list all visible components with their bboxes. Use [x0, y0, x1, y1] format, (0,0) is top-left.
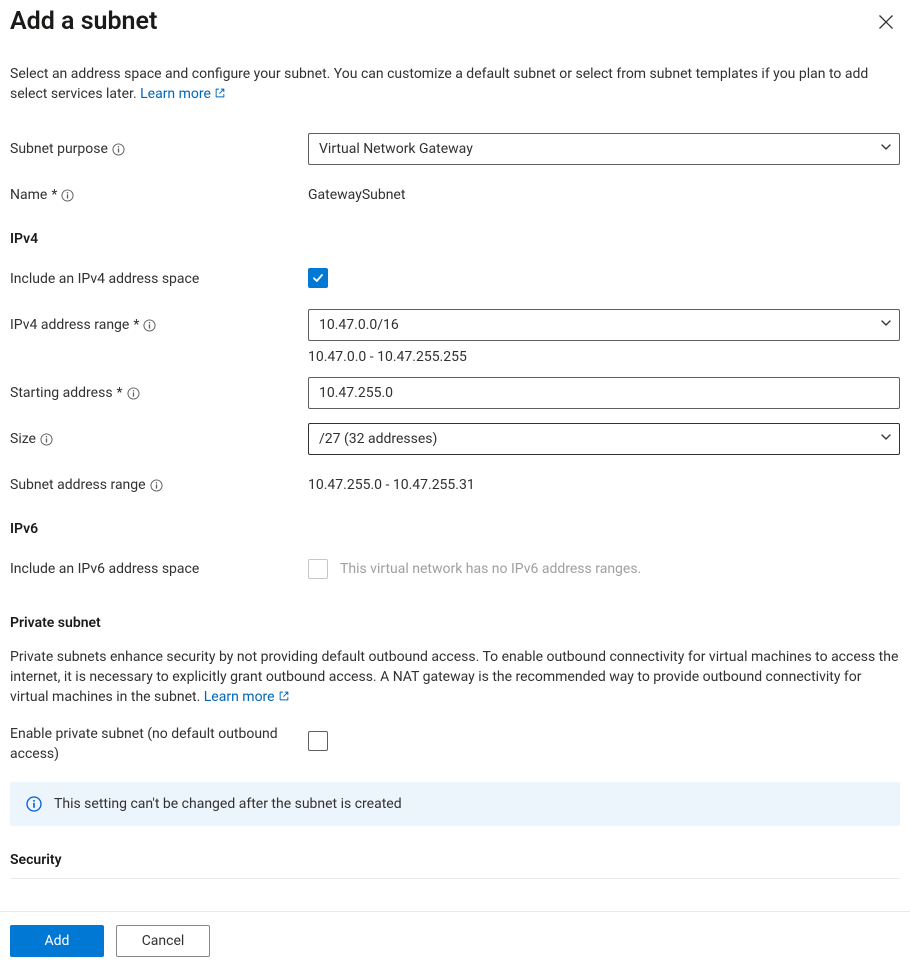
security-heading: Security	[10, 850, 900, 870]
ipv4-range-expanded: 10.47.0.0 - 10.47.255.255	[308, 347, 900, 367]
subnet-range-label: Subnet address range	[10, 475, 146, 495]
info-message-text: This setting can't be changed after the …	[54, 794, 402, 814]
ipv6-heading: IPv6	[10, 519, 900, 539]
subnet-range-value: 10.47.255.0 - 10.47.255.31	[308, 475, 900, 495]
private-subnet-desc: Private subnets enhance security by not …	[10, 647, 900, 708]
page-title: Add a subnet	[10, 12, 157, 32]
learn-more-link[interactable]: Learn more	[140, 86, 226, 102]
intro-text: Select an address space and configure yo…	[10, 64, 900, 105]
info-icon	[26, 796, 42, 812]
info-icon[interactable]	[143, 319, 156, 332]
include-ipv6-label: Include an IPv6 address space	[10, 559, 199, 579]
close-icon	[878, 14, 894, 30]
add-button[interactable]: Add	[10, 925, 104, 957]
learn-more-link[interactable]: Learn more	[204, 689, 290, 705]
enable-private-subnet-checkbox[interactable]	[308, 731, 328, 751]
enable-private-subnet-label: Enable private subnet (no default outbou…	[10, 724, 300, 764]
close-button[interactable]	[872, 8, 900, 36]
include-ipv4-label: Include an IPv4 address space	[10, 269, 199, 289]
footer: Add Cancel	[0, 911, 910, 969]
subnet-purpose-label: Subnet purpose	[10, 139, 108, 159]
external-link-icon	[278, 688, 290, 708]
subnet-purpose-select[interactable]: Virtual Network Gateway	[308, 133, 900, 165]
ipv4-heading: IPv4	[10, 229, 900, 249]
ipv4-range-label: IPv4 address range	[10, 315, 129, 335]
private-subnet-heading: Private subnet	[10, 613, 900, 633]
starting-address-label: Starting address	[10, 383, 113, 403]
name-label: Name	[10, 185, 47, 205]
size-label: Size	[10, 429, 36, 449]
info-icon[interactable]	[127, 387, 140, 400]
info-icon[interactable]	[40, 433, 53, 446]
include-ipv4-checkbox[interactable]	[308, 268, 328, 288]
external-link-icon	[214, 85, 226, 105]
info-icon[interactable]	[112, 143, 125, 156]
info-icon[interactable]	[61, 189, 74, 202]
ipv4-range-select[interactable]: 10.47.0.0/16	[308, 309, 900, 341]
ipv6-disabled-text: This virtual network has no IPv6 address…	[340, 559, 641, 579]
starting-address-input[interactable]	[308, 377, 900, 409]
size-select[interactable]: /27 (32 addresses)	[308, 423, 900, 455]
include-ipv6-checkbox	[308, 559, 328, 579]
info-message: This setting can't be changed after the …	[10, 782, 900, 826]
cancel-button[interactable]: Cancel	[116, 925, 210, 957]
name-value: GatewaySubnet	[308, 185, 900, 205]
info-icon[interactable]	[150, 479, 163, 492]
divider	[10, 878, 900, 879]
